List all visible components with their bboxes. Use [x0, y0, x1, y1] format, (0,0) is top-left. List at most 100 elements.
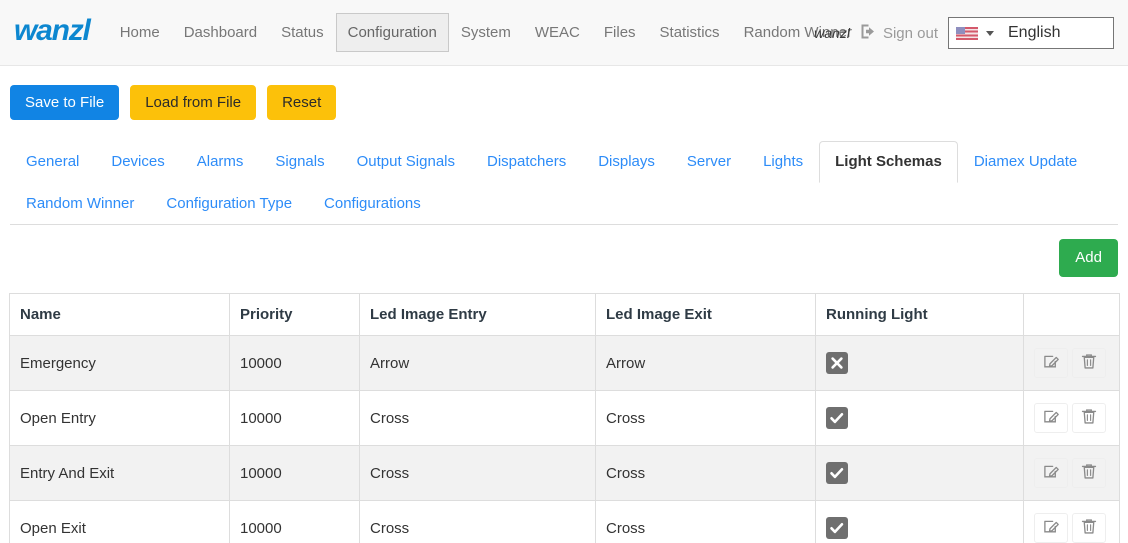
cell-entry: Cross — [359, 390, 596, 446]
delete-row-button[interactable] — [1072, 513, 1106, 543]
tab-server[interactable]: Server — [671, 141, 747, 183]
tab-configurations[interactable]: Configurations — [308, 183, 437, 225]
cell-exit: Arrow — [595, 335, 816, 391]
main-nav: Home Dashboard Status Configuration System WE… — [108, 13, 864, 52]
nav-link-files[interactable]: Files — [592, 13, 648, 52]
us-flag-icon — [956, 26, 978, 40]
file-toolbar: Save to File Load from File Reset — [0, 66, 1128, 120]
edit-pencil-icon — [1043, 518, 1060, 538]
running-light-checked-icon — [826, 462, 848, 484]
trash-icon — [1081, 353, 1097, 373]
nav-link-system[interactable]: System — [449, 13, 523, 52]
tab-displays[interactable]: Displays — [582, 141, 671, 183]
table-head: Name Priority Led Image Entry Led Image Exi… — [9, 293, 1120, 336]
column-header-led-image-exit: Led Image Exit — [595, 293, 816, 336]
cell-running-light — [815, 390, 1024, 446]
tab-configuration-type[interactable]: Configuration Type — [150, 183, 308, 225]
delete-row-button[interactable] — [1072, 458, 1106, 488]
configuration-tabs-container: General Devices Alarms Signals Output Signal… — [10, 141, 1118, 225]
reset-button[interactable]: Reset — [267, 85, 337, 120]
tab-light-schemas[interactable]: Light Schemas — [819, 141, 958, 183]
cell-exit: Cross — [595, 500, 816, 543]
language-selector[interactable]: English — [948, 17, 1114, 49]
save-to-file-button[interactable]: Save to File — [10, 85, 120, 120]
nav-link-weac[interactable]: WEAC — [523, 13, 592, 52]
tab-alarms[interactable]: Alarms — [181, 141, 260, 183]
configuration-tabs: General Devices Alarms Signals Output Signal… — [10, 141, 1118, 225]
chevron-down-icon — [986, 30, 994, 36]
tab-signals[interactable]: Signals — [259, 141, 340, 183]
load-from-file-button[interactable]: Load from File — [130, 85, 257, 120]
tab-general[interactable]: General — [10, 141, 95, 183]
tab-devices[interactable]: Devices — [95, 141, 180, 183]
trash-icon — [1081, 408, 1097, 428]
tab-lights[interactable]: Lights — [747, 141, 819, 183]
add-button-row: Add — [0, 225, 1128, 277]
top-navbar: wanzl Home Dashboard Status Configuration Sy… — [0, 0, 1128, 66]
delete-row-button[interactable] — [1072, 403, 1106, 433]
column-header-led-image-entry: Led Image Entry — [359, 293, 596, 336]
navbar-right: wanzl Sign out English — [814, 0, 1114, 66]
sign-out-label: Sign out — [882, 24, 938, 42]
nav-link-status[interactable]: Status — [269, 13, 336, 52]
table-header-row: Name Priority Led Image Entry Led Image Exi… — [9, 293, 1120, 336]
cell-running-light — [815, 335, 1024, 391]
running-light-checked-icon — [826, 407, 848, 429]
edit-row-button[interactable] — [1034, 513, 1068, 543]
language-selected-label: English — [1008, 24, 1061, 41]
current-user-label: wanzl — [814, 25, 850, 41]
cell-exit: Cross — [595, 445, 816, 501]
table-row[interactable]: Open Exit 10000 Cross Cross — [9, 500, 1120, 543]
light-schemas-table: Name Priority Led Image Entry Led Image Exi… — [9, 293, 1120, 543]
edit-pencil-icon — [1043, 463, 1060, 483]
column-header-running-light: Running Light — [815, 293, 1024, 336]
sign-out-button[interactable]: Sign out — [860, 23, 938, 44]
column-header-actions — [1023, 293, 1120, 336]
cell-priority: 10000 — [229, 500, 360, 543]
column-header-name: Name — [9, 293, 230, 336]
cell-priority: 10000 — [229, 335, 360, 391]
table-row[interactable]: Emergency 10000 Arrow Arrow — [9, 335, 1120, 391]
tab-random-winner[interactable]: Random Winner — [10, 183, 150, 225]
edit-row-button[interactable] — [1034, 348, 1068, 378]
cell-name: Open Exit — [9, 500, 230, 543]
cell-name: Entry And Exit — [9, 445, 230, 501]
cell-priority: 10000 — [229, 390, 360, 446]
edit-row-button[interactable] — [1034, 458, 1068, 488]
tab-diamex-update[interactable]: Diamex Update — [958, 141, 1093, 183]
cell-entry: Cross — [359, 445, 596, 501]
cell-priority: 10000 — [229, 445, 360, 501]
nav-link-dashboard[interactable]: Dashboard — [172, 13, 269, 52]
cell-running-light — [815, 445, 1024, 501]
trash-icon — [1081, 518, 1097, 538]
cell-actions — [1023, 390, 1120, 446]
nav-link-statistics[interactable]: Statistics — [648, 13, 732, 52]
edit-pencil-icon — [1043, 408, 1060, 428]
light-schemas-table-container: Name Priority Led Image Entry Led Image Exi… — [0, 277, 1128, 543]
cell-actions — [1023, 500, 1120, 543]
running-light-checked-icon — [826, 517, 848, 539]
cell-actions — [1023, 445, 1120, 501]
tab-dispatchers[interactable]: Dispatchers — [471, 141, 582, 183]
table-row[interactable]: Open Entry 10000 Cross Cross — [9, 390, 1120, 446]
nav-link-configuration[interactable]: Configuration — [335, 13, 449, 52]
table-body: Emergency 10000 Arrow Arrow Open Entry 10000 C… — [9, 335, 1120, 543]
edit-row-button[interactable] — [1034, 403, 1068, 433]
nav-link-home[interactable]: Home — [108, 13, 172, 52]
trash-icon — [1081, 463, 1097, 483]
running-light-unchecked-icon — [826, 352, 848, 374]
cell-entry: Cross — [359, 500, 596, 543]
sign-out-icon — [860, 23, 877, 44]
edit-pencil-icon — [1043, 353, 1060, 373]
delete-row-button[interactable] — [1072, 348, 1106, 378]
tab-output-signals[interactable]: Output Signals — [341, 141, 471, 183]
add-button[interactable]: Add — [1059, 239, 1118, 277]
cell-exit: Cross — [595, 390, 816, 446]
cell-running-light — [815, 500, 1024, 543]
wanzl-logo[interactable]: wanzl — [14, 16, 91, 49]
column-header-priority: Priority — [229, 293, 360, 336]
cell-name: Emergency — [9, 335, 230, 391]
table-row[interactable]: Entry And Exit 10000 Cross Cross — [9, 445, 1120, 501]
cell-actions — [1023, 335, 1120, 391]
cell-name: Open Entry — [9, 390, 230, 446]
